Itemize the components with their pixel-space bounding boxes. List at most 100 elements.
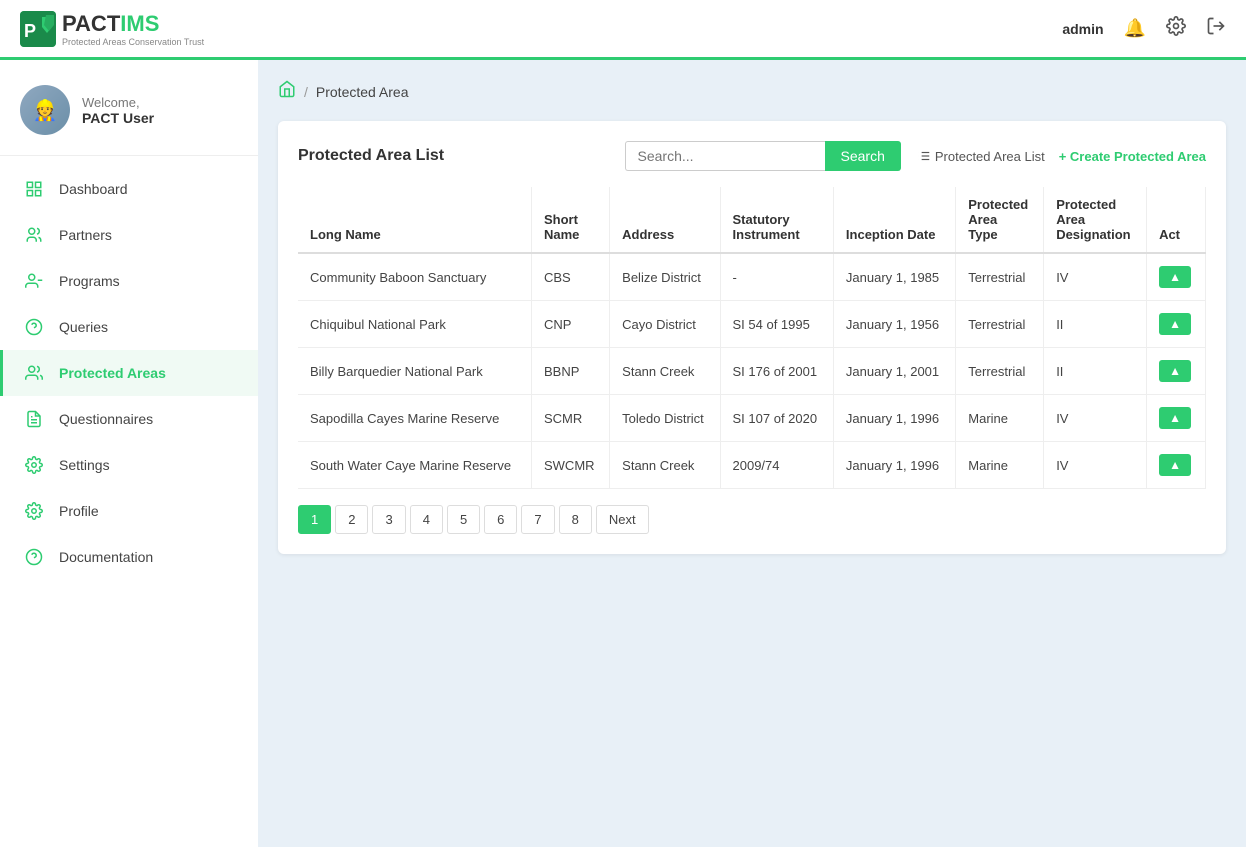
sidebar-item-label-profile: Profile — [59, 503, 99, 519]
home-icon[interactable] — [278, 80, 296, 103]
logo-ims: IMS — [120, 11, 159, 36]
page-btn-8[interactable]: 8 — [559, 505, 592, 534]
card-header: Protected Area List Search Protected Are… — [298, 141, 1206, 171]
cell-action: ▲ — [1147, 442, 1206, 489]
queries-icon — [23, 316, 45, 338]
user-info: Welcome, PACT User — [82, 95, 154, 126]
list-link-label: Protected Area List — [935, 149, 1045, 164]
sidebar-item-settings[interactable]: Settings — [0, 442, 258, 488]
sidebar-item-label-documentation: Documentation — [59, 549, 153, 565]
col-short-name: ShortName — [531, 187, 609, 253]
search-button[interactable]: Search — [825, 141, 901, 171]
dashboard-icon — [23, 178, 45, 200]
settings-nav-icon — [23, 454, 45, 476]
sidebar-item-dashboard[interactable]: Dashboard — [0, 166, 258, 212]
cell-short-name: BBNP — [531, 348, 609, 395]
col-type: ProtectedAreaType — [956, 187, 1044, 253]
cell-designation: IV — [1044, 253, 1147, 301]
topnav-right: admin 🔔 — [1062, 16, 1226, 41]
breadcrumb-separator: / — [304, 84, 308, 100]
sidebar-item-label-queries: Queries — [59, 319, 108, 335]
sidebar-nav: Dashboard Partners Programs Queries — [0, 156, 258, 590]
action-button[interactable]: ▲ — [1159, 266, 1191, 288]
cell-short-name: CNP — [531, 301, 609, 348]
table-row: South Water Caye Marine Reserve SWCMR St… — [298, 442, 1206, 489]
col-address: Address — [610, 187, 720, 253]
action-button[interactable]: ▲ — [1159, 360, 1191, 382]
page-btn-4[interactable]: 4 — [410, 505, 443, 534]
avatar: 👷 — [20, 85, 70, 135]
sidebar-item-protected-areas[interactable]: Protected Areas — [0, 350, 258, 396]
settings-icon[interactable] — [1166, 16, 1186, 41]
search-input[interactable] — [625, 141, 825, 171]
sidebar-user: 👷 Welcome, PACT User — [0, 70, 258, 156]
sidebar-item-partners[interactable]: Partners — [0, 212, 258, 258]
cell-short-name: CBS — [531, 253, 609, 301]
table-body: Community Baboon Sanctuary CBS Belize Di… — [298, 253, 1206, 489]
welcome-text: Welcome, — [82, 95, 154, 110]
sidebar-item-documentation[interactable]: Documentation — [0, 534, 258, 580]
page-btn-2[interactable]: 2 — [335, 505, 368, 534]
logout-icon[interactable] — [1206, 16, 1226, 41]
create-link[interactable]: + Create Protected Area — [1059, 149, 1206, 164]
cell-type: Terrestrial — [956, 253, 1044, 301]
questionnaires-icon — [23, 408, 45, 430]
action-button[interactable]: ▲ — [1159, 407, 1191, 429]
cell-action: ▲ — [1147, 348, 1206, 395]
cell-long-name: Community Baboon Sanctuary — [298, 253, 531, 301]
protected-areas-table: Long Name ShortName Address StatutoryIns… — [298, 187, 1206, 489]
col-statutory-instrument: StatutoryInstrument — [720, 187, 833, 253]
cell-designation: IV — [1044, 442, 1147, 489]
cell-designation: IV — [1044, 395, 1147, 442]
page-btn-1[interactable]: 1 — [298, 505, 331, 534]
list-link[interactable]: Protected Area List — [917, 149, 1045, 164]
sidebar-item-label-partners: Partners — [59, 227, 112, 243]
programs-icon — [23, 270, 45, 292]
cell-short-name: SWCMR — [531, 442, 609, 489]
page-layout: 👷 Welcome, PACT User Dashboard Partners — [0, 60, 1246, 847]
header-links: Protected Area List + Create Protected A… — [917, 149, 1206, 164]
breadcrumb: / Protected Area — [278, 80, 1226, 103]
card-title: Protected Area List — [298, 147, 444, 165]
table-row: Billy Barquedier National Park BBNP Stan… — [298, 348, 1206, 395]
sidebar-item-programs[interactable]: Programs — [0, 258, 258, 304]
username[interactable]: PACT User — [82, 110, 154, 126]
page-btn-7[interactable]: 7 — [521, 505, 554, 534]
sidebar-item-profile[interactable]: Profile — [0, 488, 258, 534]
cell-type: Marine — [956, 442, 1044, 489]
cell-inception-date: January 1, 1956 — [833, 301, 955, 348]
page-btn-5[interactable]: 5 — [447, 505, 480, 534]
sidebar-item-questionnaires[interactable]: Questionnaires — [0, 396, 258, 442]
sidebar-item-queries[interactable]: Queries — [0, 304, 258, 350]
svg-text:P: P — [24, 21, 36, 41]
profile-icon — [23, 500, 45, 522]
cell-statutory-instrument: 2009/74 — [720, 442, 833, 489]
sidebar-item-label-settings: Settings — [59, 457, 110, 473]
page-btn-3[interactable]: 3 — [372, 505, 405, 534]
cell-action: ▲ — [1147, 301, 1206, 348]
table-row: Sapodilla Cayes Marine Reserve SCMR Tole… — [298, 395, 1206, 442]
sidebar: 👷 Welcome, PACT User Dashboard Partners — [0, 60, 258, 847]
col-inception-date: Inception Date — [833, 187, 955, 253]
logo: P PACTIMS Protected Areas Conservation T… — [20, 11, 204, 47]
cell-address: Stann Creek — [610, 348, 720, 395]
admin-label: admin — [1062, 21, 1103, 37]
action-button[interactable]: ▲ — [1159, 454, 1191, 476]
cell-inception-date: January 1, 1985 — [833, 253, 955, 301]
action-button[interactable]: ▲ — [1159, 313, 1191, 335]
next-button[interactable]: Next — [596, 505, 649, 534]
cell-inception-date: January 1, 1996 — [833, 442, 955, 489]
cell-designation: II — [1044, 348, 1147, 395]
table-wrapper: Long Name ShortName Address StatutoryIns… — [298, 187, 1206, 489]
header-right: Search Protected Area List + Create Prot… — [625, 141, 1206, 171]
logo-subtitle: Protected Areas Conservation Trust — [62, 37, 204, 47]
cell-address: Cayo District — [610, 301, 720, 348]
notifications-icon[interactable]: 🔔 — [1124, 18, 1146, 39]
partners-icon — [23, 224, 45, 246]
table-row: Community Baboon Sanctuary CBS Belize Di… — [298, 253, 1206, 301]
cell-statutory-instrument: - — [720, 253, 833, 301]
page-btn-6[interactable]: 6 — [484, 505, 517, 534]
sidebar-item-label-questionnaires: Questionnaires — [59, 411, 153, 427]
sidebar-item-label-programs: Programs — [59, 273, 120, 289]
col-designation: ProtectedAreaDesignation — [1044, 187, 1147, 253]
